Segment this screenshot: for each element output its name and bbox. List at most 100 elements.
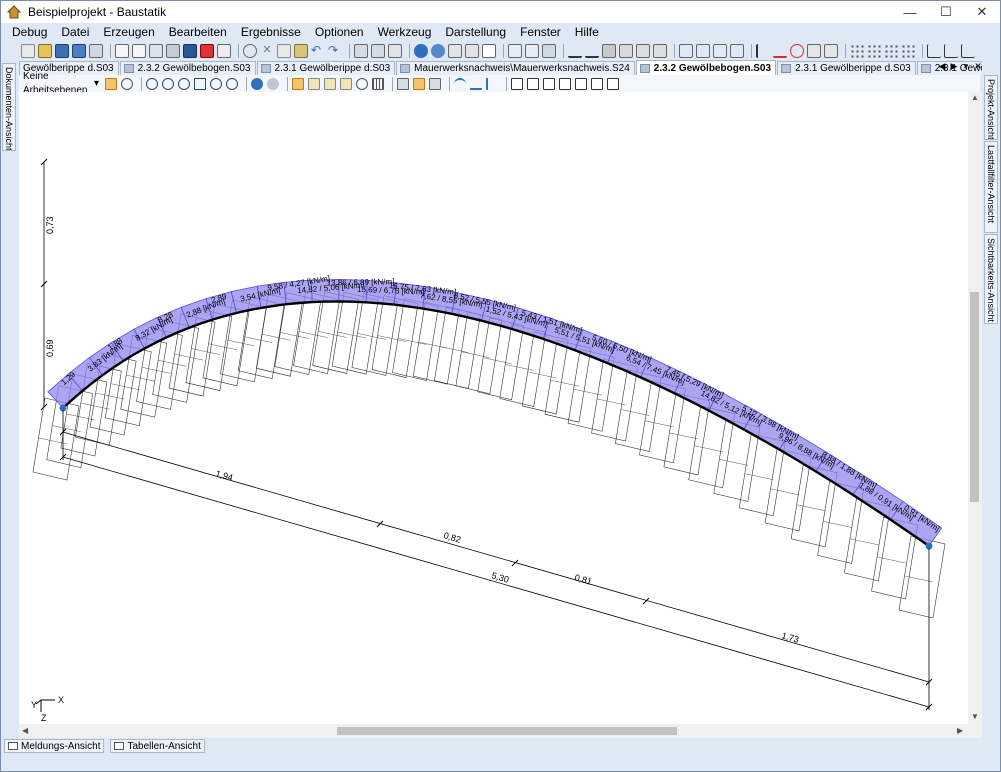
render-mode-icon[interactable] <box>292 77 304 90</box>
menu-debug[interactable]: Debug <box>5 23 54 41</box>
arch-drawing[interactable]: 1,293,83 [kN/m]1,888,32 [kN/m]8,28 2,88 [… <box>19 92 971 724</box>
grid-view-icon[interactable] <box>372 77 384 90</box>
line-load-icon[interactable] <box>773 44 787 58</box>
horizontal-scrollbar[interactable]: ◀ ▶ <box>19 724 982 738</box>
print-icon[interactable] <box>89 44 103 58</box>
point-load-icon[interactable] <box>756 44 770 58</box>
graph-icon[interactable] <box>388 44 402 58</box>
scroll-left-icon[interactable]: ◀ <box>22 726 28 735</box>
new-file-icon[interactable] <box>21 44 35 58</box>
view-bottom-icon[interactable] <box>591 77 603 90</box>
drawing-canvas[interactable]: 1,29 3,83 [kN/m] 1,88 8,32 [kN/m] 8,28 2,88 [… <box>19 92 971 724</box>
menu-werkzeug[interactable]: Werkzeug <box>371 23 439 41</box>
vertical-scrollbar[interactable]: ▲ ▼ <box>968 92 982 724</box>
zoom-in-icon[interactable] <box>146 77 158 90</box>
pdf-icon[interactable] <box>200 44 214 58</box>
view-dropdown-icon[interactable] <box>371 44 385 58</box>
menu-ergebnisse[interactable]: Ergebnisse <box>234 23 308 41</box>
tab-mauerwerksnachweis[interactable]: Mauerwerksnachweis\Mauerwerksnachweis.S2… <box>396 61 635 75</box>
support-icon[interactable] <box>679 44 693 58</box>
lasso-icon[interactable] <box>243 44 257 58</box>
tab-next-button[interactable]: ▶ <box>948 61 960 72</box>
section-icon[interactable] <box>602 44 616 58</box>
word-icon[interactable] <box>183 44 197 58</box>
surface-icon[interactable] <box>542 44 556 58</box>
scroll-down-icon[interactable]: ▼ <box>971 712 979 721</box>
dots-2-icon[interactable] <box>867 44 881 58</box>
bars-icon[interactable] <box>486 77 498 90</box>
loadcase-filter-view-tab[interactable]: Lastfallfilter-Ansicht <box>984 141 998 233</box>
pan-icon[interactable] <box>194 77 206 90</box>
paste-icon[interactable] <box>294 44 308 58</box>
view-back-icon[interactable] <box>527 77 539 90</box>
document-view-tab[interactable]: Dokumenten-Ansicht <box>2 63 16 151</box>
area-load-icon[interactable] <box>807 44 821 58</box>
redo-icon[interactable]: ↷ <box>328 44 342 58</box>
mesh-refine-icon[interactable] <box>525 44 539 58</box>
horizontal-scroll-thumb[interactable] <box>337 727 677 735</box>
loads-display-icon[interactable] <box>413 77 425 90</box>
wall-icon[interactable] <box>636 44 650 58</box>
view-iso-icon[interactable] <box>607 77 619 90</box>
zoom-all-icon[interactable] <box>210 77 222 90</box>
grid-icon[interactable] <box>482 44 496 58</box>
tab-gewoelbebogen-active[interactable]: 2.3.2 Gewölbebogen.S03 <box>635 60 777 75</box>
message-view-tab[interactable]: Meldungs-Ansicht <box>4 739 105 753</box>
tab-list-button[interactable]: ▾ <box>960 61 972 72</box>
mirror-icon[interactable] <box>465 44 479 58</box>
workplane-select[interactable]: Keine Arbeitsebenen ▾ <box>21 71 99 96</box>
menu-hilfe[interactable]: Hilfe <box>568 23 606 41</box>
menu-erzeugen[interactable]: Erzeugen <box>96 23 161 41</box>
select-cursor-icon[interactable] <box>105 77 117 90</box>
temp-load-icon[interactable] <box>824 44 838 58</box>
mesh-icon[interactable] <box>508 44 522 58</box>
view-top-icon[interactable] <box>575 77 587 90</box>
tab-close-button[interactable]: ✕ <box>972 61 984 72</box>
home-view-icon[interactable] <box>324 77 336 90</box>
undo-icon[interactable]: ↶ <box>311 44 325 58</box>
move-icon[interactable] <box>448 44 462 58</box>
beam-icon[interactable] <box>568 44 582 58</box>
moment-load-icon[interactable] <box>790 44 804 58</box>
tab-gewoelbebogen-1[interactable]: 2.3.2 Gewölbebogen.S03 <box>119 61 256 75</box>
view-options-icon[interactable] <box>354 44 368 58</box>
node-icon[interactable] <box>414 44 428 58</box>
results-icon[interactable] <box>429 77 441 90</box>
iso-view-icon[interactable] <box>340 77 352 90</box>
forward-icon[interactable] <box>267 77 279 90</box>
structure-icon[interactable] <box>397 77 409 90</box>
node-add-icon[interactable] <box>431 44 445 58</box>
hinge-icon[interactable] <box>696 44 710 58</box>
visibility-view-tab[interactable]: Sichtbarkeits-Ansicht <box>984 234 998 324</box>
close-button[interactable]: ✕ <box>964 1 1000 23</box>
refresh-icon[interactable] <box>356 77 368 90</box>
report-icon[interactable] <box>217 44 231 58</box>
dots-4-icon[interactable] <box>901 44 915 58</box>
back-icon[interactable] <box>251 77 263 90</box>
member-icon[interactable] <box>585 44 599 58</box>
truss-3-icon[interactable] <box>961 44 975 58</box>
view-front-icon[interactable] <box>511 77 523 90</box>
fixed-icon[interactable] <box>730 44 744 58</box>
layer-icon[interactable] <box>308 77 320 90</box>
copy-icon[interactable] <box>277 44 291 58</box>
view-left-icon[interactable] <box>543 77 555 90</box>
open-file-icon[interactable] <box>38 44 52 58</box>
truss-2-icon[interactable] <box>944 44 958 58</box>
zoom-extent-icon[interactable] <box>226 77 238 90</box>
zoom-window-icon[interactable] <box>178 77 190 90</box>
minimize-button[interactable]: — <box>892 1 928 23</box>
view-right-icon[interactable] <box>559 77 571 90</box>
dots-icon[interactable] <box>850 44 864 58</box>
tab-prev-button[interactable]: ◀ <box>936 61 948 72</box>
maximize-button[interactable]: ☐ <box>928 1 964 23</box>
rotate-view-icon[interactable] <box>121 77 133 90</box>
printer-icon[interactable] <box>166 44 180 58</box>
zoom-out-icon[interactable] <box>162 77 174 90</box>
page-icon[interactable] <box>132 44 146 58</box>
wave-icon[interactable] <box>470 78 482 90</box>
menu-optionen[interactable]: Optionen <box>308 23 371 41</box>
menu-darstellung[interactable]: Darstellung <box>438 23 513 41</box>
arc-icon[interactable] <box>454 77 466 90</box>
spring-icon[interactable] <box>713 44 727 58</box>
